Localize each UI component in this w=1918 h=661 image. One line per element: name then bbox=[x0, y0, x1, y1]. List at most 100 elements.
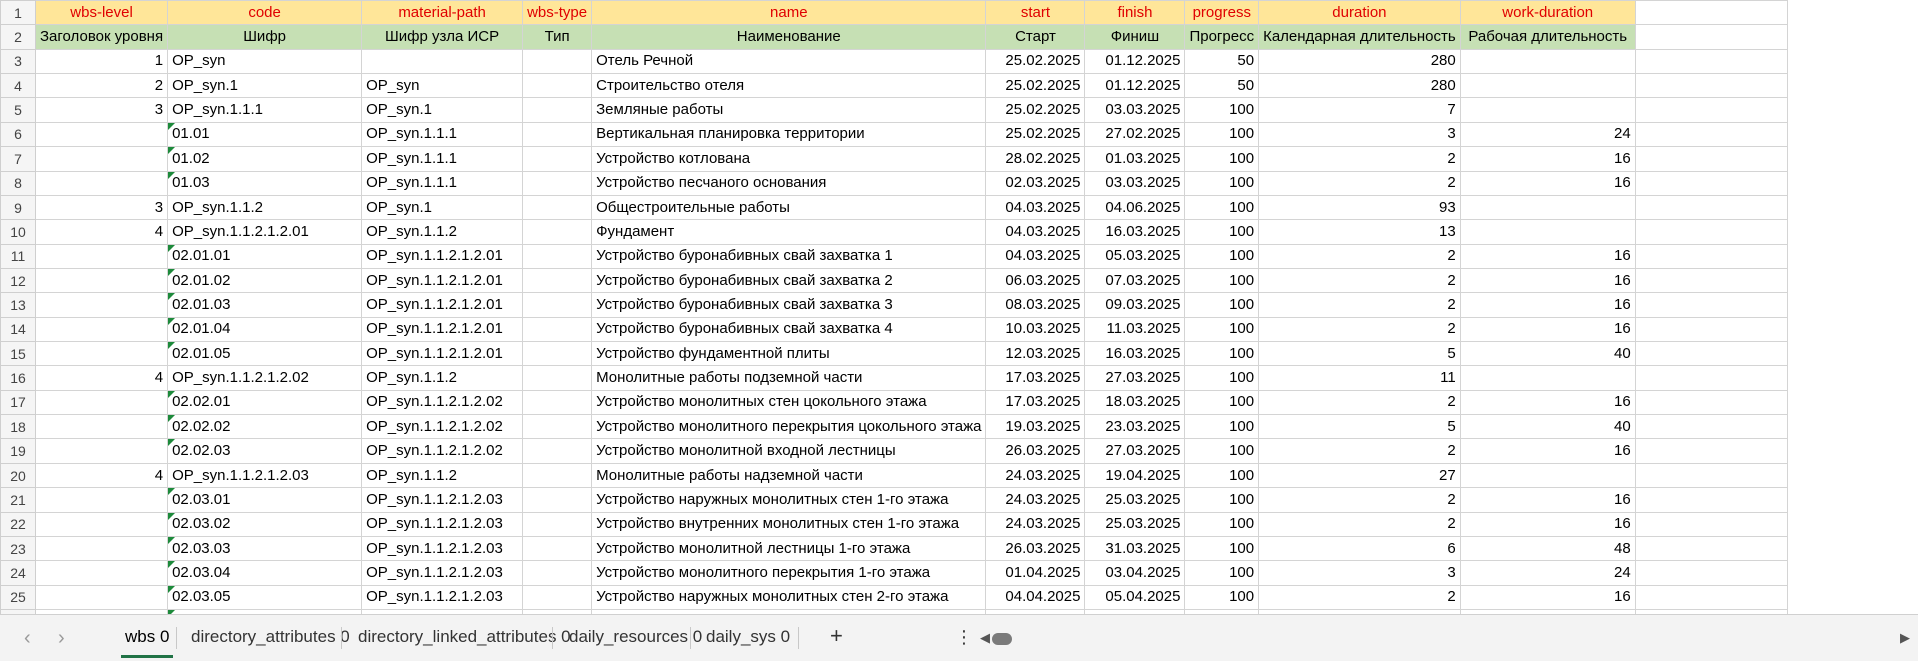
empty-cell[interactable] bbox=[1634, 584, 1788, 610]
cell-wbs-type[interactable] bbox=[522, 243, 593, 269]
empty-cell[interactable] bbox=[1634, 194, 1788, 221]
row-number[interactable]: 25 bbox=[0, 584, 36, 610]
cell-name[interactable]: Устройство наружных монолитных стен 1-го… bbox=[591, 487, 987, 513]
row-number[interactable]: 13 bbox=[0, 292, 36, 318]
cell-name[interactable]: Устройство внутренних монолитных стен 1-… bbox=[591, 511, 987, 537]
empty-cell[interactable] bbox=[1634, 487, 1788, 513]
cell-name[interactable]: Монолитные работы надземной части bbox=[591, 462, 987, 489]
cell-progress[interactable]: 100 bbox=[1184, 438, 1260, 464]
cell-work-duration[interactable] bbox=[1459, 48, 1636, 75]
cell-code[interactable]: 02.03.03 bbox=[167, 535, 363, 562]
cell-code[interactable]: OP_syn.1.1.2.1.2.03 bbox=[167, 462, 363, 489]
header-cell[interactable]: Тип bbox=[522, 24, 593, 50]
scroll-left-icon[interactable]: ◀ bbox=[980, 630, 990, 646]
cell-finish[interactable]: 01.12.2025 bbox=[1084, 48, 1186, 75]
empty-cell[interactable] bbox=[1634, 560, 1788, 586]
cell-wbs-type[interactable] bbox=[522, 73, 593, 99]
cell-work-duration[interactable]: 16 bbox=[1459, 267, 1636, 294]
cell-wbs-level[interactable] bbox=[34, 292, 169, 318]
empty-cell[interactable] bbox=[1634, 316, 1788, 343]
cell-code[interactable]: OP_syn.1.1.2.1.2.02 bbox=[167, 365, 363, 391]
cell-wbs-type[interactable] bbox=[522, 560, 593, 586]
cell-material-path[interactable]: OP_syn.1.1.2.1.2.03 bbox=[361, 487, 524, 513]
cell-name[interactable]: Устройство песчаного основания bbox=[591, 170, 987, 196]
empty-cell[interactable] bbox=[1634, 292, 1788, 318]
cell-progress[interactable]: 100 bbox=[1184, 267, 1260, 294]
cell-name[interactable]: Устройство котлована bbox=[591, 146, 987, 172]
header-cell[interactable]: progress bbox=[1184, 0, 1260, 26]
cell-finish[interactable]: 01.03.2025 bbox=[1084, 146, 1186, 172]
cell-name[interactable]: Устройство буронабивных свай захватка 4 bbox=[591, 316, 987, 343]
cell-name[interactable]: Устройство монолитной входной лестницы bbox=[591, 438, 987, 464]
header-cell[interactable]: wbs-type bbox=[522, 0, 593, 26]
cell-start[interactable]: 25.02.2025 bbox=[985, 73, 1086, 99]
cell-work-duration[interactable]: 24 bbox=[1459, 560, 1636, 586]
cell-wbs-type[interactable] bbox=[522, 170, 593, 196]
row-number[interactable]: 16 bbox=[0, 365, 36, 391]
row-number[interactable]: 6 bbox=[0, 121, 36, 148]
cell-wbs-type[interactable] bbox=[522, 292, 593, 318]
cell-material-path[interactable]: OP_syn.1.1.2 bbox=[361, 462, 524, 489]
cell-duration[interactable]: 280 bbox=[1258, 48, 1461, 75]
empty-cell[interactable] bbox=[1634, 535, 1788, 562]
cell-duration[interactable]: 2 bbox=[1258, 243, 1461, 269]
tab-daily-sys[interactable]: daily_sys 0 bbox=[706, 627, 790, 647]
cell-progress[interactable]: 100 bbox=[1184, 535, 1260, 562]
row-number[interactable]: 2 bbox=[0, 24, 36, 50]
cell-progress[interactable]: 100 bbox=[1184, 121, 1260, 148]
cell-code[interactable]: 01.03 bbox=[167, 170, 363, 196]
cell-code[interactable]: OP_syn.1 bbox=[167, 73, 363, 99]
row-number[interactable]: 19 bbox=[0, 438, 36, 464]
tab-wbs[interactable]: wbs 0 bbox=[121, 627, 174, 658]
cell-name[interactable]: Вертикальная планировка территории bbox=[591, 121, 987, 148]
cell-name[interactable]: Монолитные работы подземной части bbox=[591, 365, 987, 391]
cell-wbs-level[interactable] bbox=[34, 389, 169, 416]
cell-progress[interactable]: 100 bbox=[1184, 97, 1260, 123]
cell-start[interactable]: 17.03.2025 bbox=[985, 365, 1086, 391]
row-number[interactable]: 23 bbox=[0, 535, 36, 562]
empty-cell[interactable] bbox=[1634, 73, 1788, 99]
header-cell[interactable]: Рабочая длительность bbox=[1459, 24, 1636, 50]
cell-wbs-level[interactable] bbox=[34, 511, 169, 537]
cell-work-duration[interactable] bbox=[1459, 97, 1636, 123]
cell-progress[interactable]: 100 bbox=[1184, 487, 1260, 513]
cell-duration[interactable]: 11 bbox=[1258, 365, 1461, 391]
cell-finish[interactable]: 27.03.2025 bbox=[1084, 365, 1186, 391]
cell-material-path[interactable]: OP_syn.1 bbox=[361, 194, 524, 221]
cell-progress[interactable]: 100 bbox=[1184, 146, 1260, 172]
cell-wbs-level[interactable]: 3 bbox=[34, 194, 169, 221]
cell-duration[interactable]: 3 bbox=[1258, 560, 1461, 586]
scroll-right-icon[interactable]: ▶ bbox=[1900, 630, 1910, 646]
cell-wbs-type[interactable] bbox=[522, 219, 593, 245]
cell-code[interactable]: OP_syn.1.1.1 bbox=[167, 97, 363, 123]
cell-start[interactable]: 08.03.2025 bbox=[985, 292, 1086, 318]
chevron-left-icon[interactable]: ‹ bbox=[24, 627, 31, 650]
cell-start[interactable]: 04.03.2025 bbox=[985, 243, 1086, 269]
empty-cell[interactable] bbox=[1634, 243, 1788, 269]
cell-wbs-type[interactable] bbox=[522, 389, 593, 416]
cell-duration[interactable]: 2 bbox=[1258, 146, 1461, 172]
cell-wbs-type[interactable] bbox=[522, 146, 593, 172]
cell-name[interactable]: Устройство монолитных стен цокольного эт… bbox=[591, 389, 987, 416]
cell-duration[interactable]: 3 bbox=[1258, 121, 1461, 148]
cell-wbs-level[interactable] bbox=[34, 584, 169, 610]
cell-work-duration[interactable] bbox=[1459, 194, 1636, 221]
cell-progress[interactable]: 100 bbox=[1184, 365, 1260, 391]
cell-finish[interactable]: 09.03.2025 bbox=[1084, 292, 1186, 318]
header-cell[interactable]: Старт bbox=[985, 24, 1086, 50]
cell-wbs-level[interactable]: 4 bbox=[34, 462, 169, 489]
cell-start[interactable]: 06.03.2025 bbox=[985, 267, 1086, 294]
cell-code[interactable]: 02.02.02 bbox=[167, 414, 363, 440]
header-cell[interactable]: wbs-level bbox=[34, 0, 169, 26]
row-number[interactable]: 11 bbox=[0, 243, 36, 269]
cell-code[interactable]: 02.01.02 bbox=[167, 267, 363, 294]
cell-start[interactable]: 04.03.2025 bbox=[985, 219, 1086, 245]
cell-work-duration[interactable]: 40 bbox=[1459, 341, 1636, 367]
row-number[interactable]: 24 bbox=[0, 560, 36, 586]
cell-work-duration[interactable]: 24 bbox=[1459, 121, 1636, 148]
row-number[interactable]: 9 bbox=[0, 194, 36, 221]
cell-wbs-type[interactable] bbox=[522, 414, 593, 440]
cell-wbs-type[interactable] bbox=[522, 584, 593, 610]
cell-wbs-type[interactable] bbox=[522, 535, 593, 562]
cell-start[interactable]: 04.03.2025 bbox=[985, 194, 1086, 221]
